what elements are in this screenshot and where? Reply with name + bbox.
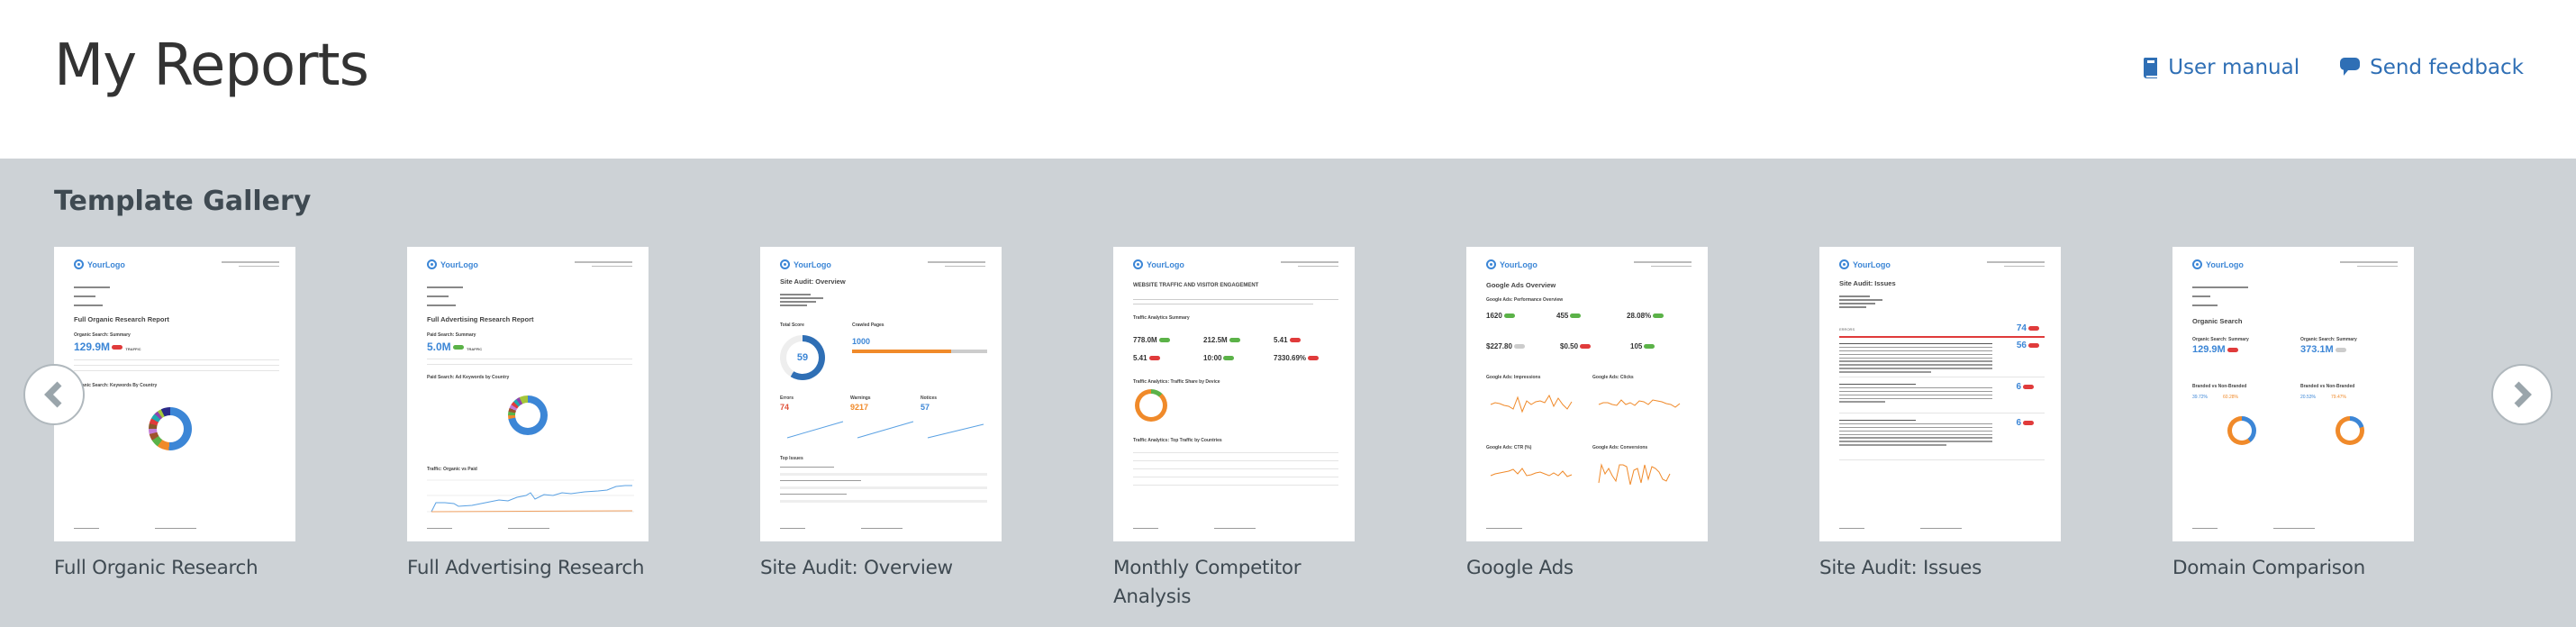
preview-title: Google Ads Overview: [1486, 281, 1556, 289]
line-charts-bottom: [1490, 463, 1671, 486]
template-gallery: Template Gallery YourLogo Full Organic R…: [0, 159, 2576, 627]
template-label[interactable]: Full Advertising Research: [407, 554, 649, 583]
user-manual-link[interactable]: User manual: [2143, 56, 2299, 79]
preview-title: Organic Search: [2192, 317, 2243, 325]
preview-title: Full Advertising Research Report: [427, 315, 534, 323]
gallery-next-button[interactable]: [2491, 364, 2553, 425]
page-title: My Reports: [54, 32, 369, 99]
template-label[interactable]: Site Audit: Issues: [1819, 554, 2061, 583]
send-feedback-link[interactable]: Send feedback: [2339, 56, 2524, 79]
page-header: My Reports User manual Send feedback: [0, 0, 2576, 159]
template-label[interactable]: Domain Comparison: [2172, 554, 2414, 583]
user-manual-label: User manual: [2168, 56, 2300, 79]
chevron-right-icon: [2511, 380, 2533, 409]
template-label[interactable]: Full Organic Research: [54, 554, 295, 583]
template-thumbnail[interactable]: YourLogo Google Ads Overview Google Ads:…: [1466, 247, 1708, 541]
template-label[interactable]: Google Ads: [1466, 554, 1708, 583]
preview-title: Full Organic Research Report: [74, 315, 169, 323]
speech-bubble-icon: [2339, 56, 2361, 79]
template-thumbnail[interactable]: YourLogo Full Advertising Research Repor…: [407, 247, 649, 541]
template-thumbnail[interactable]: YourLogo Organic Search Organic Search: …: [2172, 247, 2414, 541]
template-card-google-ads[interactable]: YourLogo Google Ads Overview Google Ads:…: [1466, 247, 1708, 583]
preview-title: Site Audit: Issues: [1839, 279, 1896, 287]
template-label[interactable]: Site Audit: Overview: [760, 554, 1002, 583]
logo: YourLogo: [74, 259, 125, 269]
trend-charts: [786, 421, 984, 439]
gallery-title: Template Gallery: [54, 186, 312, 217]
header-links: User manual Send feedback: [2143, 56, 2524, 79]
template-thumbnail[interactable]: YourLogo Site Audit: Issues ERRORS 74 56: [1819, 247, 2061, 541]
chevron-left-icon: [43, 380, 65, 409]
template-card-full-organic-research[interactable]: YourLogo Full Organic Research Report Or…: [54, 247, 295, 583]
book-icon: [2143, 57, 2159, 78]
preview-title: WEBSITE TRAFFIC AND VISITOR ENGAGEMENT: [1133, 283, 1259, 288]
template-card-domain-comparison[interactable]: YourLogo Organic Search Organic Search: …: [2172, 247, 2414, 583]
gallery-prev-button[interactable]: [23, 364, 85, 425]
template-thumbnail[interactable]: YourLogo Full Organic Research Report Or…: [54, 247, 295, 541]
template-thumbnail[interactable]: YourLogo Site Audit: Overview Total Scor…: [760, 247, 1002, 541]
template-card-site-audit-issues[interactable]: YourLogo Site Audit: Issues ERRORS 74 56: [1819, 247, 2061, 583]
template-label[interactable]: Monthly Competitor Analysis: [1113, 554, 1355, 612]
line-charts-top: [1490, 394, 1681, 413]
preview-title: Site Audit: Overview: [780, 277, 846, 286]
line-chart: [427, 479, 634, 513]
template-thumbnail[interactable]: YourLogo WEBSITE TRAFFIC AND VISITOR ENG…: [1113, 247, 1355, 541]
template-card-full-advertising-research[interactable]: YourLogo Full Advertising Research Repor…: [407, 247, 649, 583]
send-feedback-label: Send feedback: [2370, 56, 2524, 79]
template-card-site-audit-overview[interactable]: YourLogo Site Audit: Overview Total Scor…: [760, 247, 1002, 583]
template-card-monthly-competitor-analysis[interactable]: YourLogo WEBSITE TRAFFIC AND VISITOR ENG…: [1113, 247, 1355, 612]
